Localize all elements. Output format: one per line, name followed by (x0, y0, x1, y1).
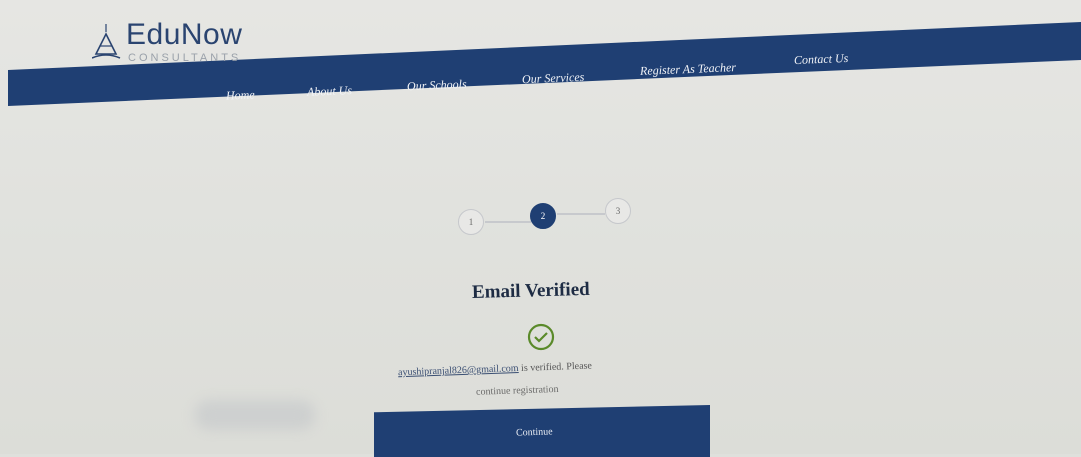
step-connector-2 (557, 213, 605, 215)
nav-item-about-us[interactable]: About Us (307, 83, 353, 100)
continue-button[interactable]: Continue (374, 405, 710, 457)
step-3: 3 (605, 198, 631, 224)
nav-item-contact-us[interactable]: Contact Us (794, 51, 849, 68)
nav-item-our-schools[interactable]: Our Schools (407, 77, 467, 94)
brand-name: EduNow (126, 18, 243, 51)
step-1: 1 (458, 209, 484, 235)
verified-email-link[interactable]: ayushipranjal826@gmail.com (398, 363, 519, 378)
brand-tagline: CONSULTANTS (128, 52, 242, 64)
check-circle-icon (527, 323, 555, 351)
verification-message-continued: continue registration (475, 383, 559, 398)
photo-blur-smudge (195, 400, 315, 430)
step-2-active: 2 (530, 203, 556, 229)
nav-item-our-services[interactable]: Our Services (522, 70, 585, 87)
continue-button-label: Continue (515, 426, 553, 439)
nav-item-home[interactable]: Home (226, 87, 255, 103)
brand-logo[interactable]: EduNow CONSULTANTS (92, 18, 262, 68)
page-title: Email Verified (471, 278, 590, 303)
verification-message: ayushipranjal826@gmail.com is verified. … (398, 357, 698, 378)
page: Home About Us Our Schools Our Services R… (0, 0, 1081, 457)
registration-stepper: 1 2 3 (455, 198, 645, 238)
verification-message-text: is verified. Please (518, 360, 593, 375)
tower-logo-icon (92, 24, 121, 59)
step-connector-1 (485, 221, 531, 223)
